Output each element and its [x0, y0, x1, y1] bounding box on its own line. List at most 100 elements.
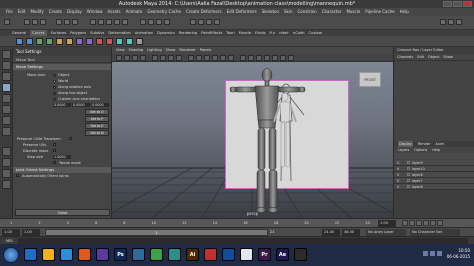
radio-rotation-icon[interactable] — [53, 85, 56, 89]
premiere-icon[interactable]: Pr — [258, 248, 271, 261]
menu-modify[interactable]: Modify — [30, 8, 43, 16]
viewport-menu-shading[interactable]: Shading — [129, 47, 144, 54]
set-to-o-button[interactable]: Set to O — [85, 109, 109, 115]
extend-curve-icon[interactable] — [136, 38, 143, 45]
tweak-mode-checkbox[interactable] — [53, 161, 56, 164]
menu-character[interactable]: Character — [322, 8, 342, 16]
last-tool-icon[interactable] — [2, 127, 11, 136]
hq-rendering-icon[interactable] — [264, 55, 270, 61]
pencil-curve-icon[interactable] — [36, 38, 43, 45]
render-frame-icon[interactable] — [198, 19, 204, 25]
menu-skin[interactable]: Skin — [284, 8, 293, 16]
viewport-menu-show[interactable]: Show — [166, 47, 176, 54]
bookmark-icon[interactable] — [132, 55, 138, 61]
radio-world-icon[interactable] — [53, 79, 56, 83]
close-window-button[interactable] — [463, 1, 472, 7]
channel-menu-object[interactable]: Object — [428, 54, 439, 60]
menu-create[interactable]: Create — [49, 8, 62, 16]
textured-icon[interactable] — [212, 55, 218, 61]
layer-color-swatch[interactable] — [407, 185, 410, 188]
film-gate-icon[interactable] — [160, 55, 166, 61]
explorer-icon[interactable] — [42, 248, 55, 261]
layer-color-swatch[interactable] — [407, 167, 410, 170]
menu-assets[interactable]: Assets — [108, 8, 121, 16]
preserve-uvs-checkbox[interactable] — [53, 143, 56, 146]
menu-muscle[interactable]: Muscle — [346, 8, 360, 16]
step-back-icon[interactable] — [409, 220, 415, 226]
snap-point-icon[interactable] — [156, 19, 162, 25]
photoshop-icon[interactable]: Ps — [114, 248, 127, 261]
channel-list[interactable] — [394, 61, 474, 141]
ipr-render-icon[interactable] — [206, 19, 212, 25]
menu-edit-deformers[interactable]: Edit Deformers — [227, 8, 257, 16]
range-slider[interactable]: 1 — [45, 229, 268, 236]
viewport-menu-view[interactable]: View — [116, 47, 125, 54]
safe-action-icon[interactable] — [176, 55, 182, 61]
reverse-curve-icon[interactable] — [106, 38, 113, 45]
custom-x-field[interactable]: 0.0000 — [53, 103, 71, 107]
app-icon[interactable] — [168, 248, 181, 261]
network-icon[interactable] — [423, 251, 428, 256]
maximize-button[interactable] — [453, 1, 462, 7]
menu-constrain[interactable]: Constrain — [298, 8, 317, 16]
wireframe-icon[interactable] — [188, 55, 194, 61]
wireframe-on-shaded-icon[interactable] — [204, 55, 210, 61]
volume-icon[interactable] — [430, 251, 435, 256]
paint-select-tool-icon[interactable] — [2, 72, 11, 81]
persp-graph-layout-icon[interactable] — [2, 180, 11, 189]
menu-pipeline-cache[interactable]: Pipeline Cache — [365, 8, 394, 16]
single-pane-layout-icon[interactable] — [2, 147, 11, 156]
viewport-menu-lighting[interactable]: Lighting — [147, 47, 162, 54]
select-joints-icon[interactable] — [98, 19, 104, 25]
flag-icon[interactable] — [437, 251, 442, 256]
rotate-tool-icon[interactable] — [2, 94, 11, 103]
select-object-icon[interactable] — [64, 19, 70, 25]
ambient-occlusion-icon[interactable] — [272, 55, 278, 61]
channel-box-icon[interactable] — [456, 19, 462, 25]
time-slider[interactable]: 1 2 4 6 8 10 12 14 16 18 20 22 24 1.00 — [0, 218, 474, 227]
select-curves-icon[interactable] — [106, 19, 112, 25]
rebuild-curve-icon[interactable] — [96, 38, 103, 45]
firefox-icon[interactable] — [78, 248, 91, 261]
render-settings-icon[interactable] — [214, 19, 220, 25]
auto-orient-checkbox[interactable] — [16, 174, 19, 177]
anti-aliasing-icon[interactable] — [280, 55, 286, 61]
character-set-dropdown[interactable]: No Character Set — [410, 229, 460, 236]
layer-color-swatch[interactable] — [407, 161, 410, 164]
layer-visibility[interactable]: V — [397, 184, 399, 190]
app-icon[interactable] — [150, 248, 163, 261]
minimize-button[interactable] — [443, 1, 452, 7]
onenote-icon[interactable] — [96, 248, 109, 261]
snap-surface-icon[interactable] — [164, 19, 170, 25]
illustrator-icon[interactable]: Ai — [186, 248, 199, 261]
channel-menu-show[interactable]: Show — [443, 54, 452, 60]
current-frame-field[interactable]: 1.00 — [378, 220, 396, 227]
camera-icon[interactable] — [116, 55, 122, 61]
menu-skeleton[interactable]: Skeleton — [262, 8, 279, 16]
manipulator-tool-icon[interactable] — [2, 116, 11, 125]
square-icon[interactable] — [66, 38, 73, 45]
close-tool-settings-button[interactable]: Close — [15, 209, 110, 216]
layer-row[interactable]: Vlayer6 — [394, 184, 474, 190]
media-player-icon[interactable] — [60, 248, 73, 261]
move-tool-icon[interactable] — [2, 83, 11, 92]
menu-file[interactable]: File — [6, 8, 13, 16]
detach-curves-icon[interactable] — [86, 38, 93, 45]
attach-curves-icon[interactable] — [76, 38, 83, 45]
go-to-start-icon[interactable] — [402, 220, 408, 226]
cv-curve-icon[interactable] — [16, 38, 23, 45]
arc-curve-icon[interactable] — [46, 38, 53, 45]
move-settings-section[interactable]: Move Settings — [13, 64, 111, 70]
select-hierarchy-icon[interactable] — [56, 19, 62, 25]
ie-icon[interactable] — [24, 248, 37, 261]
play-forward-icon[interactable] — [423, 220, 429, 226]
ep-curve-icon[interactable] — [26, 38, 33, 45]
app-icon[interactable] — [294, 248, 307, 261]
menuset-dropdown-icon[interactable] — [4, 19, 10, 25]
tool-settings-icon[interactable] — [448, 19, 454, 25]
viewport-menu-renderer[interactable]: Renderer — [179, 47, 195, 54]
mannequin-model[interactable] — [112, 62, 393, 218]
isolate-select-icon[interactable] — [256, 55, 262, 61]
after-effects-icon[interactable]: Ae — [276, 248, 289, 261]
snap-grid-icon[interactable] — [140, 19, 146, 25]
